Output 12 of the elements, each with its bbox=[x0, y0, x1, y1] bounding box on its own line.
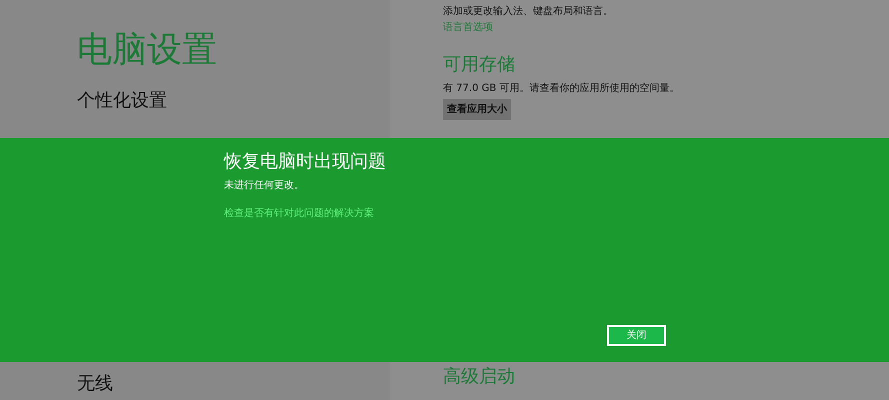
settings-title: 电脑设置 bbox=[77, 29, 218, 72]
storage-description: 有 77.0 GB 可用。请查看你的应用所使用的空间量。 bbox=[443, 82, 680, 96]
storage-heading: 可用存储 bbox=[443, 53, 515, 77]
dialog-message: 未进行任何更改。 bbox=[224, 178, 304, 193]
dialog-title: 恢复电脑时出现问题 bbox=[224, 150, 386, 174]
sidebar-item[interactable]: 无线 bbox=[77, 372, 113, 396]
view-app-sizes-button[interactable]: 查看应用大小 bbox=[443, 99, 511, 120]
close-button[interactable]: 关闭 bbox=[607, 325, 666, 346]
advanced-startup-heading: 高级启动 bbox=[443, 365, 515, 389]
sidebar-item[interactable]: 个性化设置 bbox=[77, 89, 167, 113]
language-description: 添加或更改输入法、键盘布局和语言。 bbox=[443, 4, 613, 19]
solution-link[interactable]: 检查是否有针对此问题的解决方案 bbox=[224, 206, 374, 222]
